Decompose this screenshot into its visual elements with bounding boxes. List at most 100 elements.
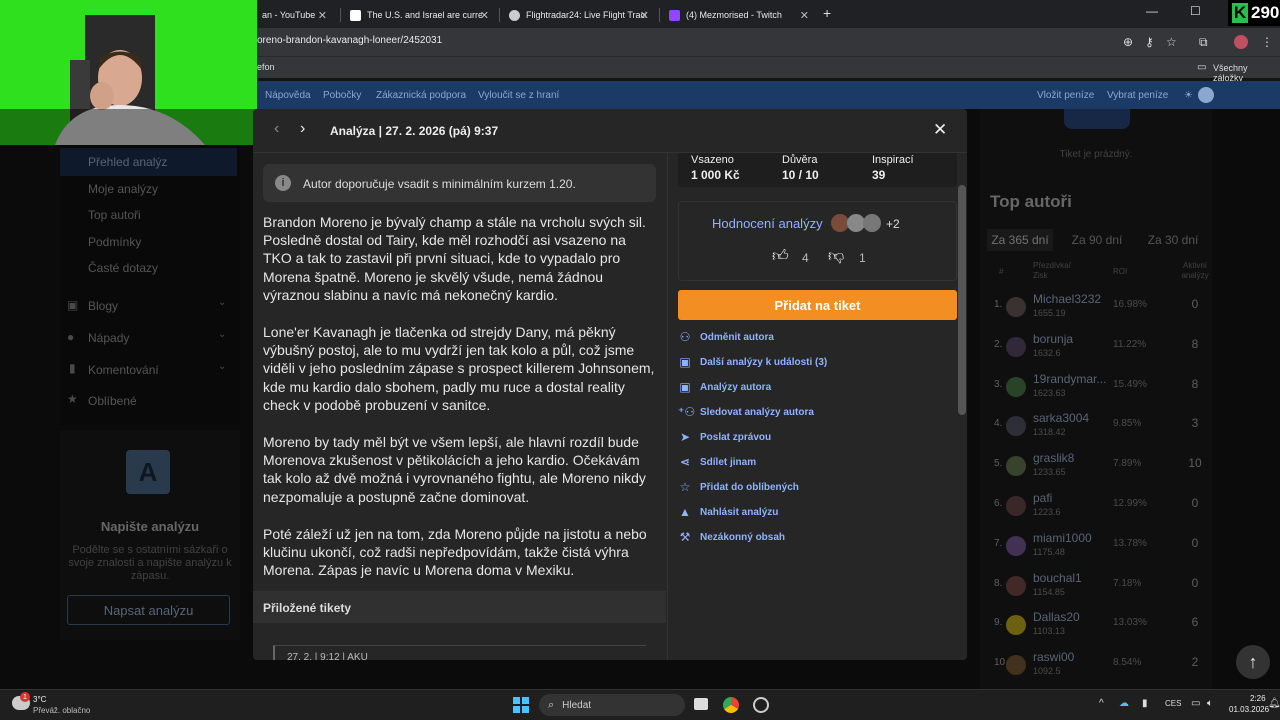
nav-link-support[interactable]: Zákaznická podpora xyxy=(376,90,466,101)
gavel-icon: ⚒ xyxy=(679,530,691,544)
chrome-icon[interactable] xyxy=(723,697,739,713)
url-input[interactable]: oreno-brandon-kavanagh-loneer/2452031 xyxy=(257,35,442,46)
folder-icon: ▭ xyxy=(1197,62,1207,73)
action-share[interactable]: ⋖ Sdílet jinam xyxy=(678,452,756,472)
profile-avatar[interactable] xyxy=(1234,35,1248,49)
taskbar-search[interactable]: ⌕ Hledat xyxy=(539,694,685,716)
action-label: Odměnit autora xyxy=(700,331,774,343)
nav-link-help[interactable]: Nápověda xyxy=(265,90,311,101)
bookmark-item[interactable]: efon xyxy=(257,62,275,72)
weather-temp: 3°C xyxy=(33,695,47,704)
action-label: Sdílet jinam xyxy=(700,456,757,468)
browser-menu-icon[interactable]: ⋮ xyxy=(1261,35,1273,49)
tip-notice: i Autor doporučuje vsadit s minimálním k… xyxy=(263,164,656,202)
key-icon[interactable]: ⚷ xyxy=(1145,35,1154,49)
analysis-icon: ▣ xyxy=(679,355,691,369)
scroll-to-top-icon[interactable]: ↑ xyxy=(1236,645,1270,679)
action-report[interactable]: ▲ Nahlásit analýzu xyxy=(678,502,778,522)
action-add-favorite[interactable]: ☆ Přidat do oblíbených xyxy=(678,477,799,497)
extensions-icon[interactable]: ⧉ xyxy=(1199,35,1208,50)
prev-arrow-icon[interactable]: ‹ xyxy=(274,120,279,138)
action-label: Nezákonný obsah xyxy=(700,531,786,543)
action-label: Přidat do oblíbených xyxy=(700,481,799,493)
clock-time: 2:26 xyxy=(1250,694,1266,703)
volume-icon[interactable]: 🔈︎ xyxy=(1207,698,1213,709)
analysis-paragraph: Lone'er Kavanagh je tlačenka od strejdy … xyxy=(263,324,655,413)
network-icon[interactable]: ▭ xyxy=(1191,698,1200,709)
add-to-ticket-button[interactable]: Přidat na tiket xyxy=(678,290,957,320)
tab-title: (4) Mezmorised - Twitch xyxy=(686,10,782,20)
analysis-paragraph: Brandon Moreno je bývalý champ a stále n… xyxy=(263,214,646,303)
modal-scrollbar[interactable] xyxy=(958,185,966,415)
weather-desc: Převáž. oblačno xyxy=(33,706,91,715)
microphone-icon[interactable]: ▮ xyxy=(1142,698,1148,709)
maximize-icon[interactable]: ☐ xyxy=(1190,4,1201,18)
action-label: Nahlásit analýzu xyxy=(700,506,779,518)
bookmark-star-icon[interactable]: ☆ xyxy=(1166,35,1177,49)
tab-news[interactable]: The U.S. and Israel are currently ✕ xyxy=(340,4,497,26)
action-author-analyses[interactable]: ▣ Analýzy autora xyxy=(678,377,771,397)
close-tab-icon[interactable]: ✕ xyxy=(480,9,489,22)
star-outline-icon: ☆ xyxy=(679,480,691,494)
nav-link-self-exclusion[interactable]: Vyloučit se z hraní xyxy=(478,90,559,101)
deposit-link[interactable]: Vložit peníze xyxy=(1037,90,1094,101)
chevron-up-icon[interactable]: ^ xyxy=(1099,698,1104,709)
modal-content: i Autor doporučuje vsadit s minimálním k… xyxy=(253,153,666,660)
close-tab-icon[interactable]: ✕ xyxy=(640,9,649,22)
rating-label[interactable]: Hodnocení analýzy xyxy=(712,216,823,231)
dislikes-count: 1 xyxy=(859,251,866,265)
close-icon[interactable]: ✕ xyxy=(933,120,947,140)
twitch-favicon-icon xyxy=(669,9,680,21)
action-more-analyses[interactable]: ▣ Další analýzy k události (3) xyxy=(678,352,827,372)
action-follow-author[interactable]: ⁺⚇ Sledovat analýzy autora xyxy=(678,402,814,422)
tab-title: The U.S. and Israel are currently xyxy=(367,10,482,20)
app-icon[interactable] xyxy=(753,697,769,713)
overlay-number: 290 xyxy=(1251,3,1280,22)
ticket-card[interactable]: 27. 2. | 9:12 | AKU xyxy=(273,645,646,660)
windows-start-icon[interactable] xyxy=(513,697,529,713)
all-bookmarks-link[interactable]: Všechny záložky xyxy=(1213,63,1280,83)
tab-twitch[interactable]: (4) Mezmorised - Twitch ✕ xyxy=(659,4,817,26)
close-tab-icon[interactable]: ✕ xyxy=(318,9,327,22)
clock-date: 01.03.2026 xyxy=(1229,705,1270,714)
nav-link-branches[interactable]: Pobočky xyxy=(323,90,361,101)
overlay-k-logo: K xyxy=(1232,3,1248,23)
task-view-icon[interactable] xyxy=(694,698,708,710)
stat-value: 39 xyxy=(872,168,886,182)
action-illegal-content[interactable]: ⚒ Nezákonný obsah xyxy=(678,527,785,547)
close-tab-icon[interactable]: ✕ xyxy=(800,9,809,22)
stat-label: Inspirací xyxy=(872,154,914,166)
raters-more-count: +2 xyxy=(886,217,900,231)
tab-flightradar[interactable]: Flightradar24: Live Flight Tracker ✕ xyxy=(499,4,657,26)
search-placeholder: Hledat xyxy=(562,699,592,711)
account-avatar[interactable] xyxy=(1198,87,1214,103)
analysis-paragraph: Moreno by tady měl být ve všem lepší, al… xyxy=(263,434,646,505)
likes-count: 4 xyxy=(802,251,809,265)
ticket-preview-text: 27. 2. | 9:12 | AKU xyxy=(287,652,368,660)
minimize-icon[interactable]: — xyxy=(1146,4,1158,18)
thumbs-up-icon[interactable]: 👍︎ xyxy=(772,247,789,266)
warning-icon: ▲ xyxy=(679,505,691,519)
thumbs-down-icon[interactable]: 👎︎ xyxy=(828,247,844,266)
modal-title: Analýza | 27. 2. 2026 (pá) 9:37 xyxy=(330,124,499,138)
reward-icon: ⚇ xyxy=(679,330,691,344)
next-arrow-icon[interactable]: › xyxy=(300,120,305,138)
send-icon: ➤ xyxy=(679,430,691,444)
zoom-icon[interactable]: ⊕ xyxy=(1123,35,1133,49)
weather-badge: 1 xyxy=(20,692,30,702)
cloud-icon[interactable]: ☁ xyxy=(1119,698,1129,709)
info-icon: i xyxy=(275,175,291,191)
action-send-message[interactable]: ➤ Poslat zprávou xyxy=(678,427,771,447)
stat-label: Důvěra xyxy=(782,154,818,166)
analysis-paragraph: Poté záleží už jen na tom, zda Moreno pů… xyxy=(263,526,647,579)
new-tab-icon[interactable]: + xyxy=(823,5,831,21)
search-icon: ⌕ xyxy=(548,698,555,711)
notification-icon[interactable]: 🔔︎ xyxy=(1268,698,1280,709)
stat-staked: Vsazeno 1 000 Kč xyxy=(691,154,740,182)
action-reward-author[interactable]: ⚇ Odměnit autora xyxy=(678,327,774,347)
action-label: Sledovat analýzy autora xyxy=(700,406,814,418)
theme-toggle-icon[interactable]: ☀ xyxy=(1184,90,1193,101)
language-indicator[interactable]: CES xyxy=(1165,699,1181,708)
withdraw-link[interactable]: Vybrat peníze xyxy=(1107,90,1168,101)
stat-confidence: Důvěra 10 / 10 xyxy=(782,154,819,182)
